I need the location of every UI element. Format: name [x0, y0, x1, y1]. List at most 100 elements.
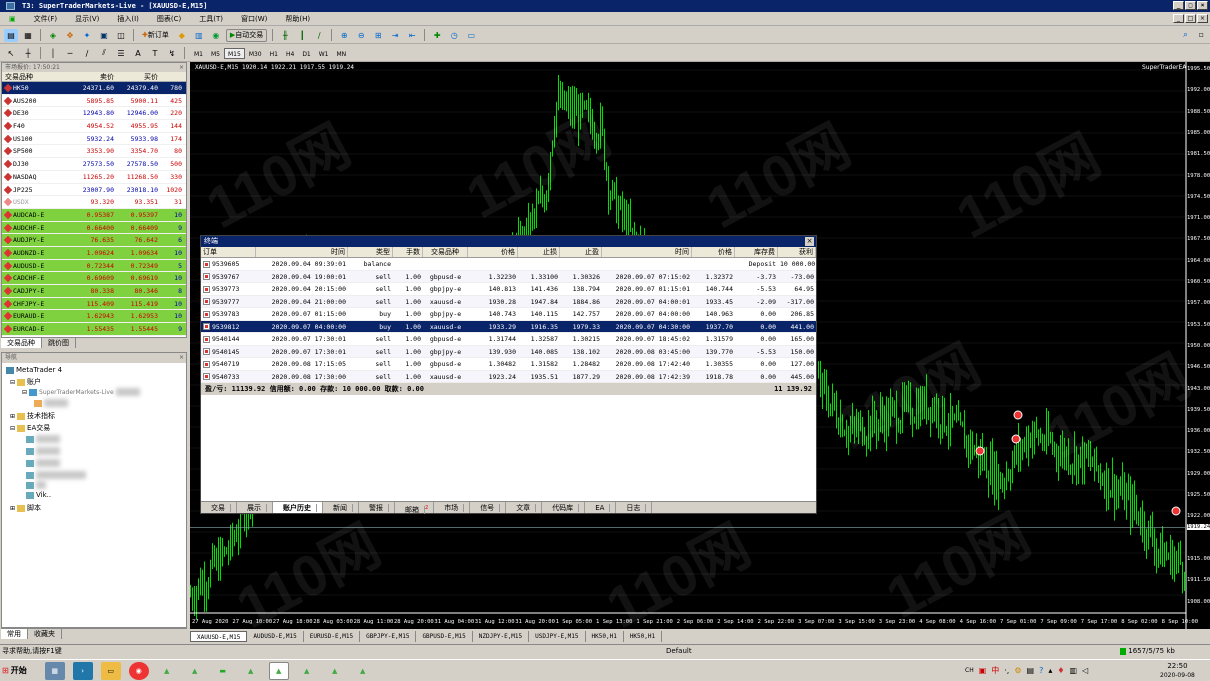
mt4-icon[interactable]: ▲	[325, 662, 345, 680]
header-symbol[interactable]: 交易品种	[2, 72, 70, 81]
nav-item-scripts[interactable]: ⊞ 脚本	[10, 503, 41, 513]
mt4-icon[interactable]: ▲	[185, 662, 205, 680]
menu-item[interactable]: 帮助(H)	[276, 12, 319, 26]
file-icon[interactable]: ▬	[213, 662, 233, 680]
keyboard-icon[interactable]: ▤	[1027, 666, 1035, 675]
nav-item-mt4[interactable]: MetaTrader 4	[6, 366, 62, 374]
history-column-header[interactable]: 库存费	[735, 247, 778, 257]
nav-item-server[interactable]: ⊟ SuperTraderMarkets-Live	[22, 388, 140, 396]
nav-item-expert-advisors[interactable]: ⊟ EA交易	[10, 423, 50, 433]
mt4-icon[interactable]: ▲	[353, 662, 373, 680]
terminal-tab[interactable]: 邮箱 2	[395, 502, 435, 515]
settings-icon[interactable]: ⚙	[1014, 666, 1021, 675]
market-watch-row[interactable]: AUS200 5895.85 5900.11 425	[2, 94, 186, 108]
history-column-header[interactable]: 价格	[692, 247, 735, 257]
search-icon[interactable]: ⌕	[1183, 30, 1188, 40]
horizontal-line-icon[interactable]: ─	[63, 47, 77, 60]
close-icon[interactable]: ×	[805, 237, 814, 246]
market-watch-row[interactable]: AUDUSD-E 0.72344 0.72349 5	[2, 259, 186, 273]
timeframe-m1[interactable]: M1	[190, 48, 207, 59]
menu-item[interactable]: 图表(C)	[148, 12, 190, 26]
trade-marker-icon[interactable]	[1011, 434, 1021, 444]
arrows-icon[interactable]: ↯	[165, 47, 179, 60]
menu-item[interactable]: 显示(V)	[66, 12, 108, 26]
data-window-icon[interactable]: ✥	[63, 29, 77, 42]
market-watch-row[interactable]: DE30 12943.80 12946.00 220	[2, 107, 186, 121]
history-row[interactable]: 9539767 2020.09.04 19:00:01 sell 1.00 gbpusd…	[201, 270, 816, 283]
zoom-out-icon[interactable]: ⊖	[354, 29, 368, 42]
terminal-icon[interactable]: ▣	[97, 29, 111, 42]
market-watch-row[interactable]: NASDAQ 11265.20 11268.50 330	[2, 170, 186, 184]
market-watch-row[interactable]: F40 4954.52 4955.95 144	[2, 120, 186, 133]
navigator-tab[interactable]: 常用	[1, 629, 28, 639]
maximize-button[interactable]: □	[1185, 1, 1196, 10]
market-watch-row[interactable]: AUDCAD-E 0.95387 0.95397 10	[2, 208, 186, 222]
signals-icon[interactable]: ▥	[192, 29, 206, 42]
market-watch-row[interactable]: EURCAD-E 1.55435 1.55445 9	[2, 323, 186, 336]
nav-item-ea-vik[interactable]: Vik..	[26, 491, 51, 499]
autoscroll-icon[interactable]: ⇥	[388, 29, 402, 42]
zoom-in-icon[interactable]: ⊕	[337, 29, 351, 42]
history-row[interactable]: 9540733 2020.09.08 17:30:00 sell 1.00 xauusd…	[201, 370, 816, 383]
mdi-close-button[interactable]: ×	[1197, 14, 1208, 23]
history-row[interactable]: 9539783 2020.09.07 01:15:00 buy 1.00 gbpjpy-…	[201, 308, 816, 321]
chart-tab[interactable]: XAUUSD-E,M15	[190, 631, 248, 642]
periods-icon[interactable]: ◷	[447, 29, 461, 42]
explorer-icon[interactable]: ▭	[100, 661, 121, 680]
nav-item-account-user[interactable]	[34, 399, 68, 407]
templates-icon[interactable]: ▭	[464, 29, 478, 42]
history-column-header[interactable]: 订单	[201, 247, 256, 257]
market-watch-row[interactable]: AUDCHF-E 0.66400 0.66409 9	[2, 221, 186, 235]
history-column-header[interactable]: 交易品种	[423, 247, 468, 257]
line-chart-icon[interactable]: ∕	[312, 29, 326, 42]
terminal-tab[interactable]: 代码库	[542, 502, 586, 513]
mt4-icon[interactable]: ▲	[241, 662, 261, 680]
timeframe-h1[interactable]: H1	[266, 48, 282, 59]
start-button[interactable]: ⊞ 开始	[2, 665, 27, 676]
timeframe-m30[interactable]: M30	[245, 48, 266, 59]
chart-tab[interactable]: GBPUSD-E,M15	[416, 631, 473, 642]
nav-item-accounts[interactable]: ⊟ 账户	[10, 377, 41, 387]
auto-trading-button[interactable]: ▶ 自动交易	[225, 28, 268, 42]
header-spread[interactable]	[158, 72, 184, 81]
terminal-tab[interactable]: 市场	[434, 502, 471, 513]
chart-tab[interactable]: HK50,H1	[586, 631, 624, 642]
market-watch-row[interactable]: HK50 24371.60 24379.40 780	[2, 82, 186, 95]
timeframe-h4[interactable]: H4	[282, 48, 298, 59]
tile-windows-icon[interactable]: ⊞	[371, 29, 385, 42]
chart-tab[interactable]: GBPJPY-E,M15	[360, 631, 417, 642]
terminal-tab[interactable]: EA	[585, 502, 617, 513]
market-watch-row[interactable]: US100 5932.24 5933.98 174	[2, 132, 186, 146]
market-watch-row[interactable]: JP225 23007.90 23018.10 1020	[2, 183, 186, 197]
terminal-tab[interactable]: 账户历史	[273, 502, 323, 513]
network-icon[interactable]: ▥	[1070, 666, 1078, 675]
mt4-active-icon[interactable]: ▲	[268, 661, 289, 680]
market-watch-row[interactable]: CHFJPY-E 115.409 115.419 10	[2, 297, 186, 311]
history-column-header[interactable]: 手数	[393, 247, 423, 257]
market-watch-row[interactable]: DJ30 27573.50 27578.50 500	[2, 158, 186, 171]
mdi-minimize-button[interactable]: _	[1173, 14, 1184, 23]
timeframe-mn[interactable]: MN	[333, 48, 351, 59]
market-watch-row[interactable]: EURAUD-E 1.62943 1.62953 10	[2, 310, 186, 324]
vertical-line-icon[interactable]: │	[46, 47, 60, 60]
terminal-tab[interactable]: 交易	[201, 502, 237, 513]
nav-item-ea[interactable]	[26, 471, 86, 479]
history-column-header[interactable]: 获利	[778, 247, 816, 257]
chart-shift-icon[interactable]: ⇤	[405, 29, 419, 42]
powershell-icon[interactable]: ›	[72, 661, 93, 680]
terminal-tab[interactable]: 日志	[616, 502, 653, 513]
history-column-header[interactable]: 价格	[468, 247, 518, 257]
ime-switch-icon[interactable]: CH	[965, 667, 974, 674]
chart-tab[interactable]: EURUSD-E,M15	[304, 631, 361, 642]
nav-item-ea[interactable]	[26, 481, 46, 489]
trade-marker-icon[interactable]	[1013, 410, 1023, 420]
new-chart-icon[interactable]: ▤	[4, 28, 18, 42]
market-watch-row[interactable]: USDX 93.320 93.351 31	[2, 196, 186, 209]
chrome-icon[interactable]: ◉	[128, 661, 149, 680]
market-watch-tab[interactable]: 跳价图	[42, 338, 76, 348]
tester-icon[interactable]: ◫	[114, 29, 128, 42]
ime-label[interactable]: 中	[991, 665, 999, 676]
header-bid[interactable]: 卖价	[70, 72, 114, 81]
text-icon[interactable]: A	[131, 47, 145, 60]
market-icon[interactable]: ◉	[209, 29, 223, 42]
